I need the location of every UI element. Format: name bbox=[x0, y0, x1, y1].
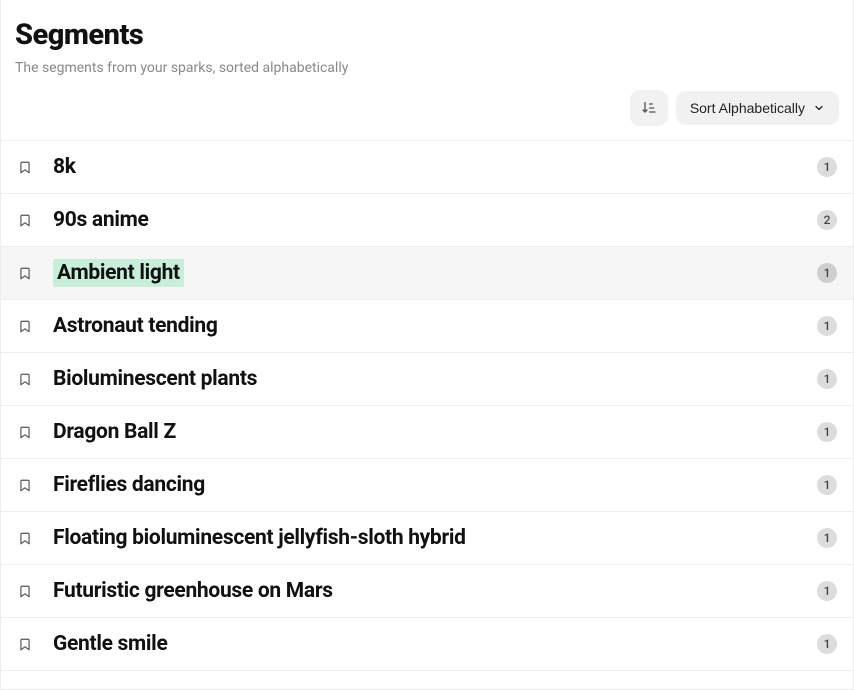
segment-label: Fireflies dancing bbox=[53, 473, 797, 497]
segment-row[interactable]: Fireflies dancing 1 bbox=[1, 459, 853, 512]
count-badge: 1 bbox=[817, 475, 837, 495]
bookmark-icon[interactable] bbox=[17, 263, 33, 283]
segment-label: Astronaut tending bbox=[53, 314, 797, 338]
page-title: Segments bbox=[15, 18, 839, 52]
segment-row[interactable]: Ambient light 1 bbox=[1, 247, 853, 300]
sort-order-button[interactable] bbox=[630, 90, 668, 126]
bookmark-icon[interactable] bbox=[17, 528, 33, 548]
sort-dropdown-label: Sort Alphabetically bbox=[690, 100, 805, 116]
segment-row[interactable]: Gentle smile 1 bbox=[1, 618, 853, 671]
bookmark-icon[interactable] bbox=[17, 422, 33, 442]
bookmark-icon[interactable] bbox=[17, 316, 33, 336]
segment-row[interactable]: Astronaut tending 1 bbox=[1, 300, 853, 353]
segment-label: 8k bbox=[53, 155, 797, 179]
page-header: Segments The segments from your sparks, … bbox=[1, 0, 853, 84]
bookmark-icon[interactable] bbox=[17, 634, 33, 654]
segment-label: Floating bioluminescent jellyfish-sloth … bbox=[53, 526, 797, 550]
segment-label: Gentle smile bbox=[53, 632, 797, 656]
segment-row[interactable]: Dragon Ball Z 1 bbox=[1, 406, 853, 459]
bookmark-icon[interactable] bbox=[17, 581, 33, 601]
segment-row[interactable]: 90s anime 2 bbox=[1, 194, 853, 247]
segment-label: Dragon Ball Z bbox=[53, 420, 797, 444]
segments-list: 8k190s anime2 Ambient light 1Astronaut t… bbox=[1, 140, 853, 671]
count-badge: 1 bbox=[817, 157, 837, 177]
segment-label: Ambient light bbox=[53, 261, 797, 285]
segment-label: Bioluminescent plants bbox=[53, 367, 797, 391]
count-badge: 1 bbox=[817, 634, 837, 654]
count-badge: 1 bbox=[817, 369, 837, 389]
segment-row[interactable]: Bioluminescent plants 1 bbox=[1, 353, 853, 406]
main-container: Segments The segments from your sparks, … bbox=[0, 0, 854, 690]
sort-dropdown[interactable]: Sort Alphabetically bbox=[676, 91, 839, 125]
bookmark-icon[interactable] bbox=[17, 475, 33, 495]
count-badge: 1 bbox=[817, 316, 837, 336]
segment-label: Futuristic greenhouse on Mars bbox=[53, 579, 797, 603]
bookmark-icon[interactable] bbox=[17, 157, 33, 177]
segment-row[interactable]: Futuristic greenhouse on Mars 1 bbox=[1, 565, 853, 618]
segment-label: 90s anime bbox=[53, 208, 797, 232]
controls-bar: Sort Alphabetically bbox=[1, 84, 853, 140]
count-badge: 1 bbox=[817, 581, 837, 601]
sort-ascending-icon bbox=[641, 100, 657, 116]
count-badge: 1 bbox=[817, 263, 837, 283]
count-badge: 1 bbox=[817, 422, 837, 442]
bookmark-icon[interactable] bbox=[17, 210, 33, 230]
count-badge: 2 bbox=[817, 210, 837, 230]
page-subtitle: The segments from your sparks, sorted al… bbox=[15, 60, 839, 76]
chevron-down-icon bbox=[813, 102, 825, 114]
count-badge: 1 bbox=[817, 528, 837, 548]
segment-row[interactable]: Floating bioluminescent jellyfish-sloth … bbox=[1, 512, 853, 565]
segment-row[interactable]: 8k 1 bbox=[1, 141, 853, 194]
bookmark-icon[interactable] bbox=[17, 369, 33, 389]
